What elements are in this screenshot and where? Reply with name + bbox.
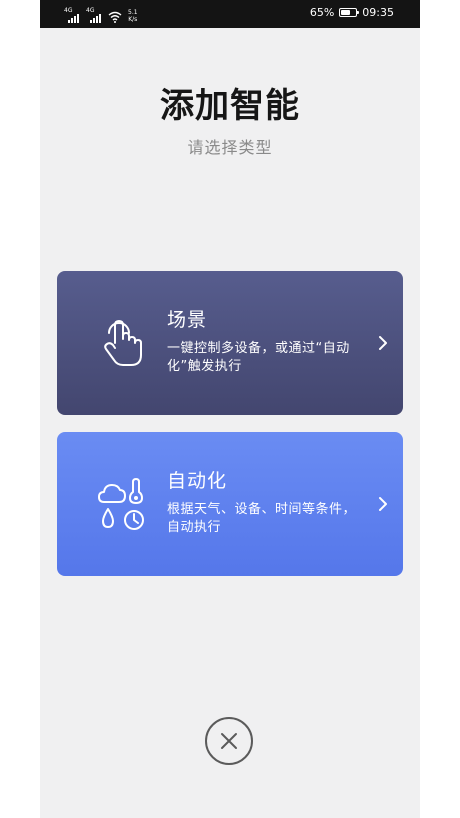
automation-card-title: 自动化	[167, 470, 228, 492]
scene-card-description: 一键控制多设备，或通过“自动化”触发执行	[167, 341, 350, 374]
battery-icon	[339, 8, 360, 17]
right-margin	[420, 0, 460, 818]
phone-screen: 4G 4G 5.1 K/s 65% 09:35 添加智能 请选择类型 场景 一键…	[40, 0, 420, 818]
weather-clock-icon	[98, 478, 144, 530]
clock-time: 09:35	[362, 6, 394, 19]
scene-card-title: 场景	[167, 309, 208, 331]
automation-card-description: 根据天气、设备、时间等条件，自动执行	[167, 502, 357, 535]
network-speed-unit: K/s	[128, 16, 138, 23]
page-title: 添加智能	[160, 86, 300, 126]
network-speed: 5.1 K/s	[128, 9, 138, 23]
chevron-right-icon	[379, 336, 387, 350]
signal-icon: 4G	[64, 8, 82, 23]
status-bar-right: 65% 09:35	[310, 6, 394, 19]
scene-card[interactable]: 场景 一键控制多设备，或通过“自动化”触发执行	[57, 271, 403, 415]
automation-card[interactable]: 自动化 根据天气、设备、时间等条件，自动执行	[57, 432, 403, 576]
status-bar-left: 4G 4G 5.1 K/s	[64, 5, 138, 23]
wifi-icon	[108, 11, 122, 23]
status-bar: 4G 4G 5.1 K/s 65% 09:35	[40, 0, 420, 28]
chevron-right-icon	[379, 497, 387, 511]
page-subtitle: 请选择类型	[187, 138, 273, 157]
signal-icon-2: 4G	[86, 8, 104, 23]
hand-pointer-icon	[104, 320, 142, 366]
left-margin	[0, 0, 40, 818]
battery-fill	[341, 10, 351, 15]
close-button[interactable]	[205, 717, 253, 765]
network-speed-value: 5.1	[128, 9, 138, 16]
battery-percent: 65%	[309, 6, 335, 19]
close-icon	[221, 733, 237, 749]
